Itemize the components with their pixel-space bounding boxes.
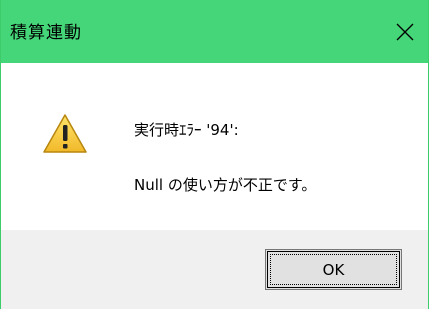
warning-icon	[43, 114, 87, 153]
close-icon	[396, 23, 414, 40]
close-button[interactable]	[382, 0, 428, 63]
ok-button[interactable]: OK	[265, 249, 402, 290]
title-bar[interactable]: 積算連動	[1, 0, 428, 63]
error-code-text: 実行時ｴﾗｰ '94':	[134, 121, 239, 139]
window-title: 積算連動	[10, 23, 82, 43]
message-area: 実行時ｴﾗｰ '94': Null の使い方が不正です。	[1, 63, 428, 230]
button-area: OK	[1, 230, 428, 309]
error-description-text: Null の使い方が不正です。	[134, 176, 317, 194]
error-dialog: 積算連動 実行時ｴﾗｰ '94': Null の使い方が不正です。 OK	[0, 0, 429, 309]
